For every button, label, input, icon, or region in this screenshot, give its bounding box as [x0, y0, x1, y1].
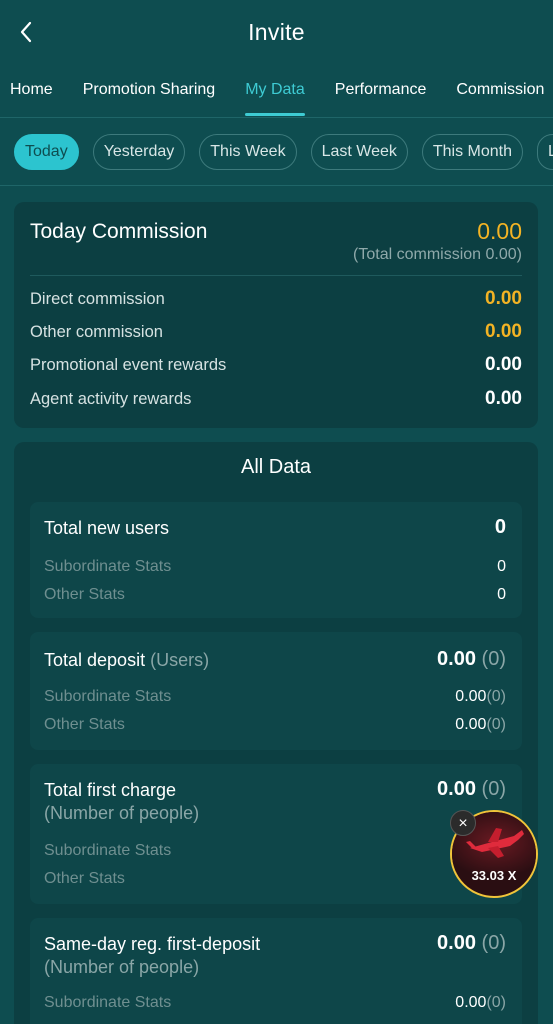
stat-line-number: 0.00: [455, 688, 487, 705]
commission-card: Today Commission 0.00 (Total commission …: [14, 202, 538, 428]
stat-title-suffix: (Users): [150, 650, 210, 670]
stat-value-count: (0): [481, 778, 506, 800]
stat-card-first-charge: Total first charge (Number of people) 0.…: [30, 764, 522, 904]
commission-total: (Total commission 0.00): [353, 246, 522, 263]
stat-value: 0.00 (0): [437, 648, 506, 671]
stat-card-new-users: Total new users 0 Subordinate Stats 0 Ot…: [30, 502, 522, 618]
tab-my-data[interactable]: My Data: [245, 64, 305, 117]
stat-value: 0.00 (0): [437, 932, 506, 955]
stat-value: 0: [494, 516, 506, 538]
commission-row-label: Direct commission: [30, 289, 165, 308]
period-yesterday[interactable]: Yesterday: [92, 133, 186, 170]
period-last-week[interactable]: Last Week: [310, 133, 408, 170]
stat-title-text: Total deposit: [44, 650, 146, 670]
commission-row-value: 0.00: [485, 354, 522, 375]
stat-title: Same-day reg. first-deposit: [44, 934, 260, 955]
commission-row-value: 0.00: [485, 388, 522, 409]
commission-row-label: Other commission: [30, 322, 163, 341]
tab-home[interactable]: Home: [10, 64, 53, 117]
commission-row-label: Agent activity rewards: [30, 389, 192, 408]
stat-value-number: 0.00: [437, 648, 476, 670]
commission-title: Today Commission: [30, 220, 208, 243]
commission-row: Other commission 0.00: [30, 317, 522, 347]
commission-row-label: Promotional event rewards: [30, 355, 227, 374]
stat-line-label: Other Stats: [44, 870, 125, 887]
period-this-month[interactable]: This Month: [421, 133, 523, 170]
stat-card-same-day-first-deposit: Same-day reg. first-deposit (Number of p…: [30, 918, 522, 1024]
stat-line-label: Other Stats: [44, 716, 125, 733]
tab-commission[interactable]: Commission: [456, 64, 544, 117]
stat-value: 0.00 (0): [437, 778, 506, 801]
stat-line-number: 0.00: [455, 716, 487, 733]
stat-line-value: 0.00(0): [455, 716, 506, 734]
chevron-left-icon: [20, 21, 32, 43]
stat-line-count: (0): [486, 688, 506, 705]
stat-title-text: Same-day reg. first-deposit: [44, 934, 261, 954]
close-floating-widget-button[interactable]: ×: [450, 810, 476, 836]
commission-row: Promotional event rewards 0.00: [30, 350, 522, 380]
page-title: Invite: [248, 18, 305, 45]
stat-line-value: 0.00(0): [455, 994, 506, 1012]
stat-subtitle: (Number of people): [44, 803, 200, 823]
stat-value-number: 0.00: [437, 932, 476, 954]
commission-row: Agent activity rewards 0.00: [30, 384, 522, 414]
stat-line-label: Subordinate Stats: [44, 994, 172, 1011]
stat-subtitle: (Number of people): [44, 957, 200, 977]
stat-line-value: 0.00(0): [455, 688, 506, 706]
stat-line-number: 0.00: [455, 994, 487, 1011]
stat-line-value: 0: [497, 558, 506, 575]
commission-amount: 0.00: [477, 218, 522, 244]
stat-line-value: 0: [497, 586, 506, 603]
tab-promotion-sharing[interactable]: Promotion Sharing: [83, 64, 216, 117]
period-last-month[interactable]: L: [537, 133, 553, 170]
stat-card-total-deposit: Total deposit (Users) 0.00 (0) Subordina…: [30, 632, 522, 750]
period-this-week[interactable]: This Week: [199, 133, 297, 170]
commission-row-value: 0.00: [485, 288, 522, 309]
nav-tabs: Home Promotion Sharing My Data Performan…: [0, 64, 553, 118]
commission-row-value: 0.00: [485, 321, 522, 342]
back-button[interactable]: [12, 18, 40, 46]
stat-line-label: Subordinate Stats: [44, 842, 172, 859]
stat-value-count: (0): [481, 648, 506, 670]
stat-line-count: (0): [486, 716, 506, 733]
stat-line-label: Subordinate Stats: [44, 688, 172, 705]
stat-value-number: 0.00: [437, 778, 476, 800]
stat-title: Total new users: [44, 518, 169, 539]
commission-row: Direct commission 0.00: [30, 284, 522, 314]
game-multiplier: 33.03 X: [471, 868, 517, 883]
all-data-title: All Data: [240, 456, 312, 478]
stat-title-text: Total new users: [44, 518, 170, 538]
stat-title-text: Total first charge: [44, 780, 177, 800]
stat-value-count: (0): [481, 932, 506, 954]
divider: [30, 275, 522, 276]
period-today[interactable]: Today: [14, 133, 79, 170]
period-filter: Today Yesterday This Week Last Week This…: [0, 118, 553, 186]
stat-line-count: (0): [486, 994, 506, 1011]
header: Invite: [0, 0, 553, 64]
all-data-card: All Data Total new users 0 Subordinate S…: [14, 442, 538, 1024]
tab-performance[interactable]: Performance: [335, 64, 427, 117]
stat-title: Total first charge: [44, 780, 176, 801]
stat-title: Total deposit (Users): [44, 650, 209, 671]
close-icon: ×: [458, 815, 468, 832]
stat-line-label: Other Stats: [44, 586, 125, 603]
stat-line-label: Subordinate Stats: [44, 558, 172, 575]
